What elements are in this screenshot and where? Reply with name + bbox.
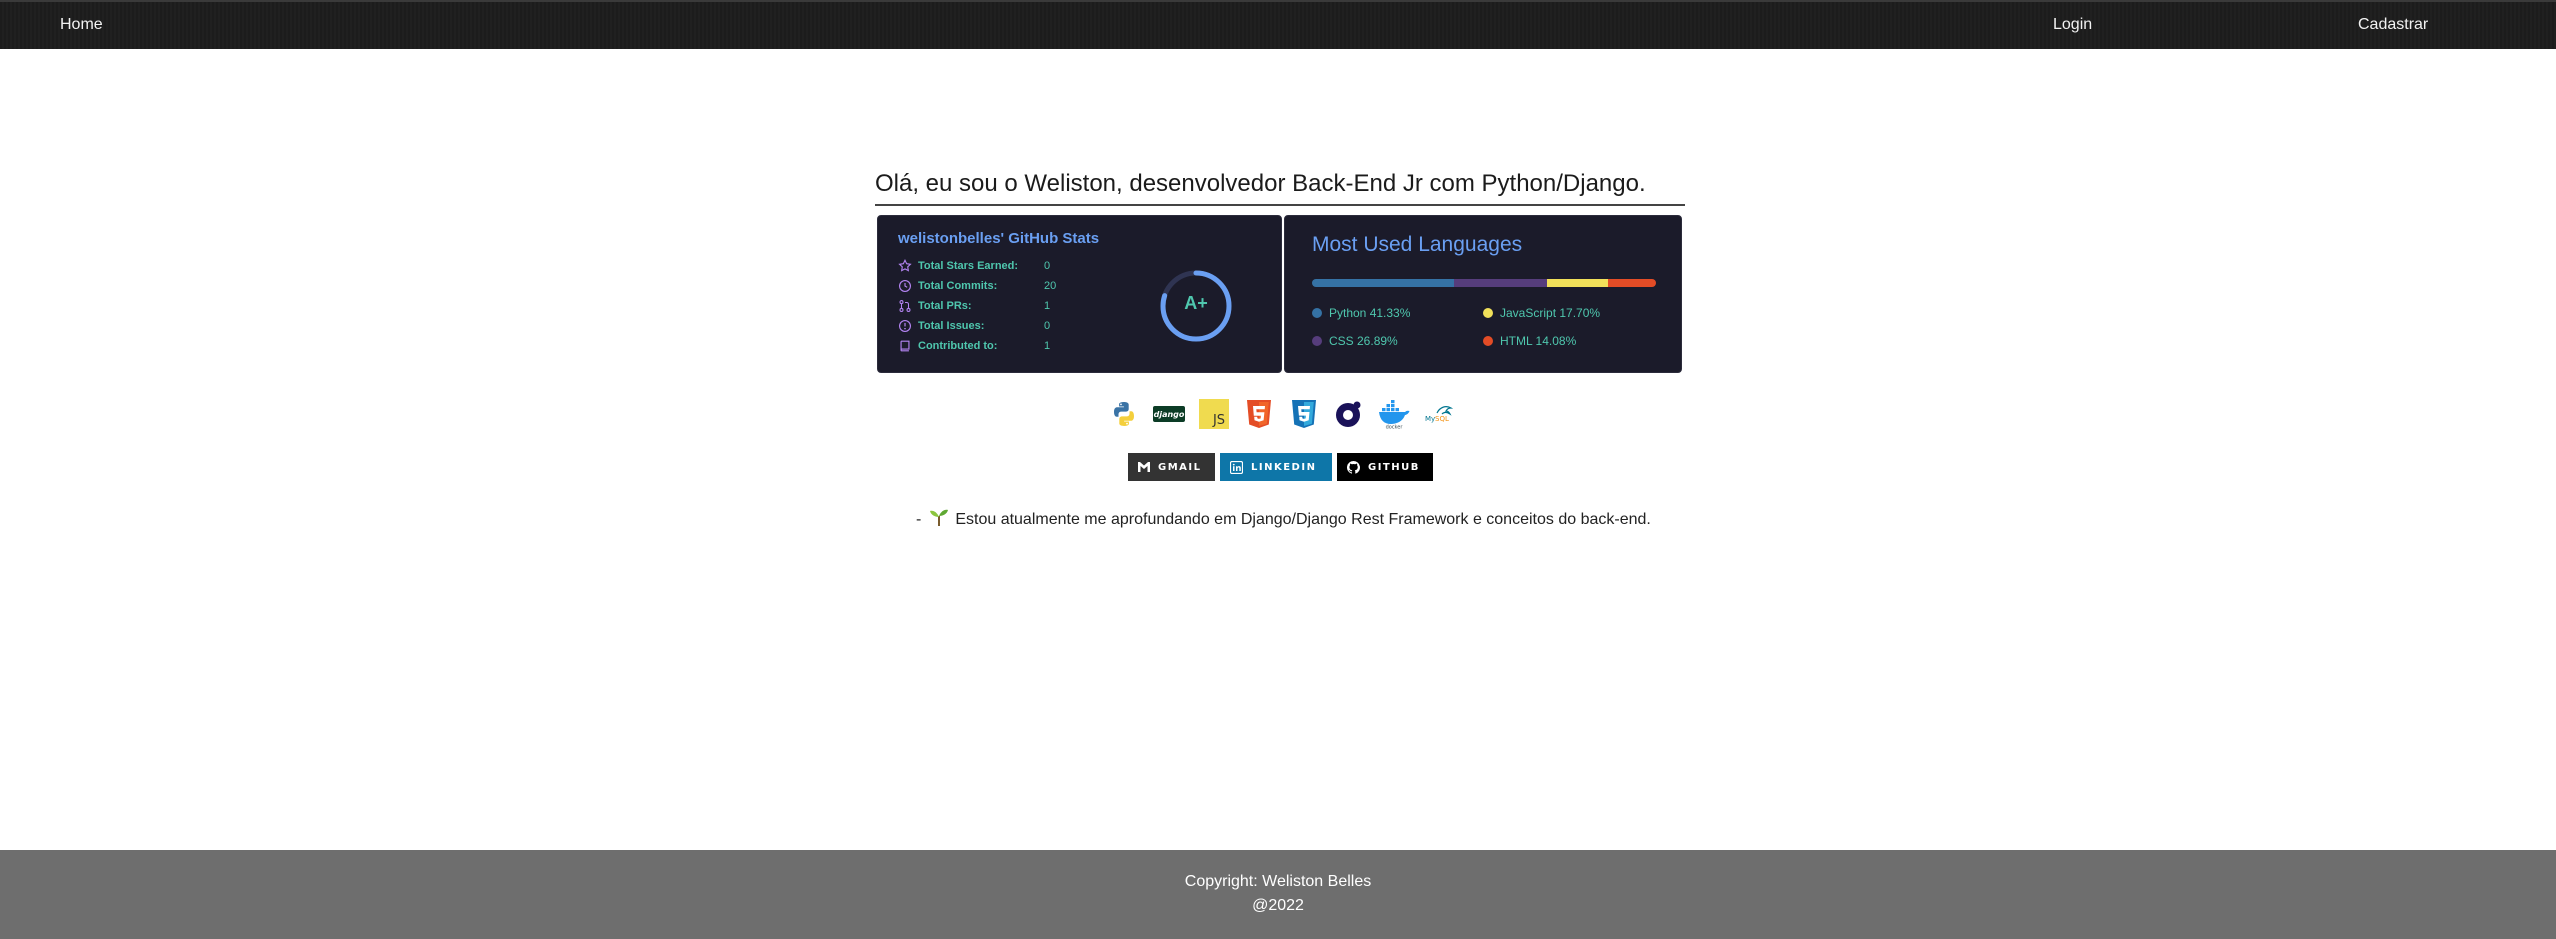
nav-home-link[interactable]: Home — [60, 16, 103, 34]
stats-title: welistonbelles' GitHub Stats — [898, 230, 1100, 247]
javascript-icon: JS — [1197, 397, 1231, 431]
svg-text:My: My — [1425, 415, 1435, 423]
docker-icon: docker — [1377, 397, 1411, 431]
lang-dot — [1483, 308, 1493, 318]
html5-icon — [1242, 397, 1276, 431]
tech-stack-icons: django JS docker My SQL — [1107, 396, 1456, 432]
django-icon: django — [1152, 397, 1186, 431]
gmail-badge[interactable]: GMAIL — [1128, 453, 1215, 481]
list-bullet: - — [916, 510, 922, 528]
footer-copyright: Copyright: Weliston Belles — [1184, 873, 1372, 890]
issue-icon — [898, 319, 912, 333]
nav-login-link[interactable]: Login — [2053, 16, 2092, 34]
current-focus-text: - Estou atualmente me aprofundando em Dj… — [916, 507, 1651, 532]
heroku-icon — [1332, 397, 1366, 431]
clock-icon — [898, 279, 912, 293]
lang-dot — [1312, 336, 1322, 346]
repo-icon — [898, 339, 912, 353]
github-badge[interactable]: GITHUB — [1337, 453, 1433, 481]
lang-dot — [1483, 336, 1493, 346]
page-title: Olá, eu sou o Weliston, desenvolvedor Ba… — [875, 170, 1685, 206]
linkedin-badge[interactable]: LINKEDIN — [1220, 453, 1332, 481]
seedling-icon — [929, 507, 949, 532]
python-icon — [1107, 397, 1141, 431]
star-icon — [898, 259, 912, 273]
github-stats-card[interactable]: welistonbelles' GitHub Stats Total Stars… — [877, 215, 1282, 373]
stats-row-stars: Total Stars Earned: 0 — [898, 258, 1050, 274]
lang-item-python: Python 41.33% — [1312, 306, 1410, 320]
pull-request-icon — [898, 299, 912, 313]
stats-row-prs: Total PRs: 1 — [898, 298, 1050, 314]
page-footer: Copyright: Weliston Belles @2022 — [0, 850, 2556, 939]
lang-item-javascript: JavaScript 17.70% — [1483, 306, 1600, 320]
social-badges: GMAIL LINKEDIN GITHUB — [1128, 453, 1433, 481]
svg-text:SQL: SQL — [1435, 415, 1449, 423]
languages-card[interactable]: Most Used Languages Python 41.33% CSS 26… — [1284, 215, 1682, 373]
stats-row-commits: Total Commits: 20 — [898, 278, 1056, 294]
linkedin-icon — [1230, 460, 1243, 474]
top-navbar: Home Login Cadastrar — [0, 0, 2556, 49]
mysql-icon: My SQL — [1422, 397, 1456, 431]
lang-item-css: CSS 26.89% — [1312, 334, 1398, 348]
github-icon — [1347, 460, 1360, 474]
languages-title: Most Used Languages — [1312, 233, 1523, 256]
current-focus-label: Estou atualmente me aprofundando em Djan… — [955, 510, 1651, 528]
languages-progress-bar — [1312, 279, 1656, 287]
lang-bar-css — [1454, 279, 1547, 287]
lang-item-html: HTML 14.08% — [1483, 334, 1576, 348]
svg-text:docker: docker — [1386, 425, 1404, 430]
lang-bar-javascript — [1546, 279, 1608, 287]
stats-row-contributed: Contributed to: 1 — [898, 338, 1050, 354]
stats-row-issues: Total Issues: 0 — [898, 318, 1050, 334]
lang-dot — [1312, 308, 1322, 318]
footer-year: @2022 — [1252, 897, 1304, 914]
rank-grade: A+ — [1184, 293, 1208, 313]
lang-bar-html — [1607, 279, 1656, 287]
lang-bar-python — [1312, 279, 1455, 287]
nav-signup-link[interactable]: Cadastrar — [2358, 16, 2428, 34]
svg-text:JS: JS — [1212, 413, 1225, 428]
svg-text:django: django — [1154, 410, 1185, 419]
css3-icon — [1287, 397, 1321, 431]
gmail-icon — [1138, 462, 1150, 472]
